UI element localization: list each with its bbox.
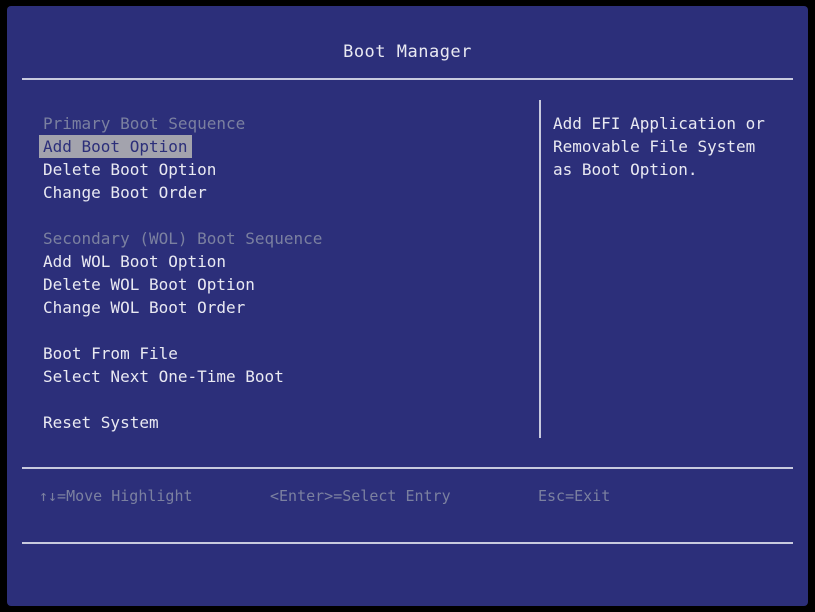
- menu-item[interactable]: Delete Boot Option: [39, 158, 519, 181]
- menu-item[interactable]: Add WOL Boot Option: [39, 250, 519, 273]
- menu-item[interactable]: Change Boot Order: [39, 181, 519, 204]
- menu-spacer: [39, 319, 519, 342]
- help-text-line: as Boot Option.: [553, 158, 798, 181]
- menu-group-header: Secondary (WOL) Boot Sequence: [39, 227, 519, 250]
- bios-screen: Boot Manager Primary Boot SequenceAdd Bo…: [7, 6, 808, 606]
- menu-item-label: Change WOL Boot Order: [39, 296, 249, 319]
- panel-divider: [539, 100, 541, 438]
- footer-separator-top: [22, 467, 793, 469]
- footer-hints: ↑↓=Move Highlight <Enter>=Select Entry E…: [7, 484, 808, 508]
- menu-spacer: [39, 388, 519, 411]
- menu-item-label: Delete WOL Boot Option: [39, 273, 259, 296]
- menu-item-label: Delete Boot Option: [39, 158, 220, 181]
- menu-item[interactable]: Select Next One-Time Boot: [39, 365, 519, 388]
- help-panel: Add EFI Application orRemovable File Sys…: [553, 112, 798, 181]
- menu-item[interactable]: Add Boot Option: [39, 135, 519, 158]
- hint-exit: Esc=Exit: [538, 484, 610, 508]
- menu-item-label: Add Boot Option: [39, 135, 192, 158]
- menu-item[interactable]: Change WOL Boot Order: [39, 296, 519, 319]
- footer-separator-bottom: [22, 542, 793, 544]
- menu-spacer: [39, 204, 519, 227]
- hint-select-entry: <Enter>=Select Entry: [270, 484, 451, 508]
- page-title: Boot Manager: [343, 42, 472, 62]
- menu-item[interactable]: Boot From File: [39, 342, 519, 365]
- hint-move-highlight: ↑↓=Move Highlight: [39, 484, 193, 508]
- help-text-line: Add EFI Application or: [553, 112, 798, 135]
- menu-group-header-label: Secondary (WOL) Boot Sequence: [39, 227, 326, 250]
- title-bar: Boot Manager: [7, 42, 808, 62]
- menu-item-label: Boot From File: [39, 342, 182, 365]
- bios-bezel: Boot Manager Primary Boot SequenceAdd Bo…: [0, 0, 815, 612]
- menu-item[interactable]: Reset System: [39, 411, 519, 434]
- help-text-line: Removable File System: [553, 135, 798, 158]
- boot-menu-list: Primary Boot SequenceAdd Boot OptionDele…: [39, 112, 519, 434]
- menu-item[interactable]: Delete WOL Boot Option: [39, 273, 519, 296]
- menu-item-label: Select Next One-Time Boot: [39, 365, 288, 388]
- menu-item-label: Add WOL Boot Option: [39, 250, 230, 273]
- menu-group-header-label: Primary Boot Sequence: [39, 112, 249, 135]
- menu-group-header: Primary Boot Sequence: [39, 112, 519, 135]
- menu-item-label: Reset System: [39, 411, 163, 434]
- menu-item-label: Change Boot Order: [39, 181, 211, 204]
- title-separator: [22, 78, 793, 80]
